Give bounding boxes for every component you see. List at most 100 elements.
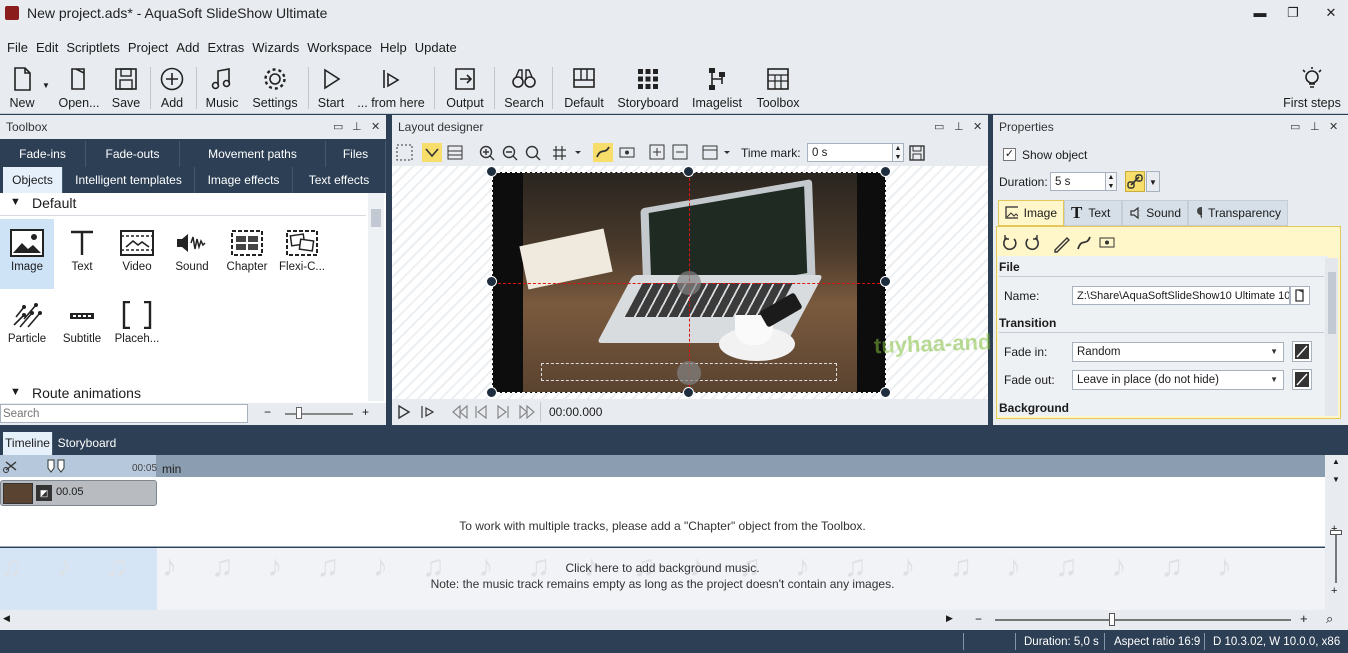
object-placeholder[interactable]: Placeh... <box>110 301 164 345</box>
toolbox-scrollbar[interactable] <box>368 193 384 401</box>
layout-tool-icons[interactable] <box>396 143 736 163</box>
resize-handle-tr[interactable] <box>880 166 891 177</box>
duration-spinner[interactable]: ▲ ▼ <box>1105 172 1117 191</box>
settings-button[interactable]: Settings <box>250 64 300 112</box>
tab-text[interactable]: T Text <box>1064 200 1122 226</box>
tab-objects[interactable]: Objects <box>3 167 63 193</box>
object-chapter[interactable]: Chapter <box>220 229 274 273</box>
tab-text-effects[interactable]: Text effects <box>293 167 386 193</box>
menu-edit[interactable]: Edit <box>36 40 58 55</box>
browse-file-button[interactable] <box>1290 286 1310 305</box>
close-icon[interactable]: ✕ <box>973 115 982 139</box>
maximize-icon[interactable]: ▭ <box>934 115 944 139</box>
menu-wizards[interactable]: Wizards <box>252 40 299 55</box>
fade-in-select[interactable]: Random <box>1072 342 1284 362</box>
close-icon[interactable]: ✕ <box>371 115 380 139</box>
scroll-left-icon[interactable]: ◀ <box>3 613 10 624</box>
object-text[interactable]: Text <box>55 229 109 273</box>
duration-input[interactable]: 5 s <box>1050 172 1106 191</box>
object-particle[interactable]: Particle <box>0 301 54 345</box>
search-button[interactable]: Search <box>502 64 546 112</box>
tab-intelligent-templates[interactable]: Intelligent templates <box>63 167 195 193</box>
timeline-zoom-in-icon[interactable]: + <box>1300 611 1308 626</box>
play-from-here-button[interactable]: ... from here <box>356 64 426 112</box>
menu-workspace[interactable]: Workspace <box>307 40 372 55</box>
fade-out-select[interactable]: Leave in place (do not hide) <box>1072 370 1284 390</box>
object-video[interactable]: Video <box>110 229 164 273</box>
open-button[interactable]: Open... <box>58 64 100 112</box>
tab-files[interactable]: Files <box>326 141 386 167</box>
chapter-track[interactable]: ◩ 00.05 To work with multiple tracks, pl… <box>0 477 1325 547</box>
resize-handle-br[interactable] <box>880 387 891 398</box>
default-layout-button[interactable]: Default <box>560 64 608 112</box>
timeline-clip[interactable]: ◩ 00.05 <box>0 480 157 506</box>
fade-out-preview-button[interactable] <box>1292 369 1312 390</box>
properties-scrollbar[interactable] <box>1325 258 1338 416</box>
start-button[interactable]: Start <box>314 64 348 112</box>
resize-handle-tc[interactable] <box>683 166 694 177</box>
file-name-input[interactable]: Z:\Share\AquaSoftSlideShow10 Ultimate 10 <box>1072 286 1290 305</box>
tab-timeline[interactable]: Timeline <box>3 432 53 455</box>
minimize-button[interactable]: ▬ <box>1245 4 1275 22</box>
menu-help[interactable]: Help <box>380 40 407 55</box>
new-button[interactable]: New <box>4 64 40 112</box>
imagelist-layout-button[interactable]: Imagelist <box>690 64 744 112</box>
slide-preview[interactable] <box>492 172 886 393</box>
menu-update[interactable]: Update <box>415 40 457 55</box>
save-button[interactable]: Save <box>110 64 142 112</box>
menu-project[interactable]: Project <box>128 40 168 55</box>
zoom-in-icon[interactable]: + <box>362 405 369 419</box>
resize-handle-tl[interactable] <box>486 166 497 177</box>
menu-file[interactable]: File <box>7 40 28 55</box>
toolbox-layout-button[interactable]: Toolbox <box>754 64 802 112</box>
object-flexi-collage[interactable]: Flexi-C... <box>275 229 329 273</box>
tab-image[interactable]: Image <box>998 200 1064 226</box>
pin-icon[interactable]: ⊥ <box>352 115 362 139</box>
tab-fade-outs[interactable]: Fade-outs <box>86 141 180 167</box>
scroll-right-icon[interactable]: ▶ <box>946 613 953 624</box>
timeline-zoom-thumb[interactable] <box>1109 613 1115 626</box>
link-dropdown-arrow-icon[interactable]: ▼ <box>1146 171 1160 192</box>
timeline-vertical-scrollbar[interactable]: ▲ ▼ + + <box>1325 455 1348 610</box>
resize-handle-bc[interactable] <box>683 387 694 398</box>
music-button[interactable]: Music <box>202 64 242 112</box>
zoom-fit-icon[interactable]: ⌕ <box>1326 611 1333 627</box>
icon-size-slider-thumb[interactable] <box>296 407 302 419</box>
resize-handle-mr[interactable] <box>880 276 891 287</box>
output-button[interactable]: Output <box>442 64 488 112</box>
resize-handle-bl[interactable] <box>486 387 497 398</box>
close-icon[interactable]: ✕ <box>1329 115 1338 139</box>
collapse-default-icon[interactable]: ▼ <box>10 196 21 208</box>
object-image[interactable]: Image <box>0 219 54 289</box>
menu-add[interactable]: Add <box>176 40 199 55</box>
maximize-icon[interactable]: ▭ <box>333 115 343 139</box>
music-track[interactable]: ♫♪♫♪♫♪♫♪♫♪♫♪♫♪♫♪♫♪♫♪♫♪♫♪ Click here to a… <box>0 548 1325 610</box>
cut-marker-icons[interactable] <box>2 456 72 476</box>
tab-image-effects[interactable]: Image effects <box>195 167 293 193</box>
tab-storyboard[interactable]: Storyboard <box>53 432 121 455</box>
resize-handle-ml[interactable] <box>486 276 497 287</box>
first-steps-button[interactable]: First steps <box>1282 64 1342 112</box>
pin-icon[interactable]: ⊥ <box>1310 115 1320 139</box>
pin-icon[interactable]: ⊥ <box>954 115 964 139</box>
new-dropdown-arrow-icon[interactable]: ▼ <box>42 81 50 90</box>
menu-scriptlets[interactable]: Scriptlets <box>66 40 119 55</box>
maximize-icon[interactable]: ▭ <box>1290 115 1300 139</box>
object-subtitle[interactable]: Subtitle <box>55 301 109 345</box>
tab-sound[interactable]: Sound <box>1122 200 1188 226</box>
time-mark-spinner[interactable]: ▲ ▼ <box>892 143 904 162</box>
fade-in-preview-button[interactable] <box>1292 341 1312 362</box>
object-sound[interactable]: Sound <box>165 229 219 273</box>
toolbox-search-input[interactable] <box>0 404 248 423</box>
timeline-zoom-slider[interactable] <box>995 619 1291 621</box>
playback-controls-icons[interactable] <box>398 404 538 420</box>
zoom-out-icon[interactable]: − <box>264 405 271 419</box>
time-mark-input[interactable]: 0 s <box>807 143 893 162</box>
transition-ab-icon[interactable]: ◩ <box>36 485 52 501</box>
storyboard-layout-button[interactable]: Storyboard <box>614 64 682 112</box>
close-button[interactable]: ✕ <box>1316 4 1346 22</box>
bottom-handle[interactable] <box>677 361 701 385</box>
restore-button[interactable]: ❐ <box>1278 4 1308 22</box>
tab-movement-paths[interactable]: Movement paths <box>180 141 326 167</box>
collapse-route-icon[interactable]: ▼ <box>10 386 21 398</box>
